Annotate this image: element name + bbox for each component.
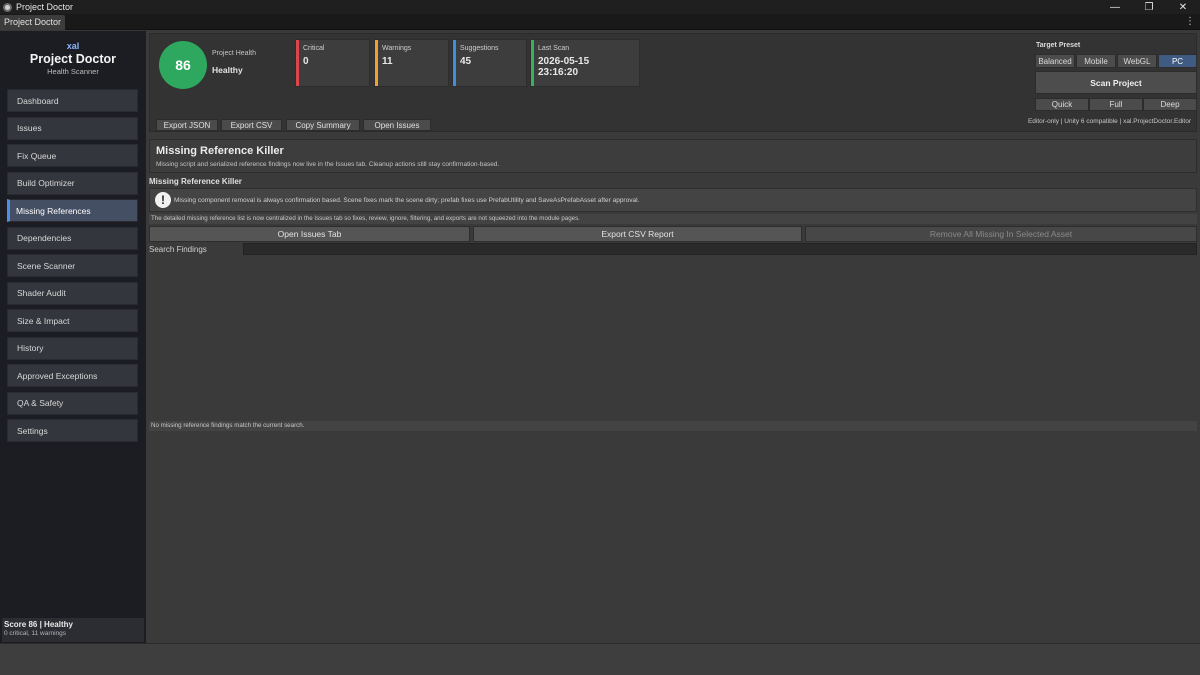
remove-all-missing-button[interactable]: Remove All Missing In Selected Asset (805, 226, 1197, 242)
target-preset-title: Target Preset (1036, 42, 1081, 49)
open-issues-tab-button[interactable]: Open Issues Tab (149, 226, 470, 242)
sidebar-item-approved-exceptions[interactable]: Approved Exceptions (7, 364, 138, 387)
sidebar: xal Project Doctor Health Scanner Dashbo… (0, 31, 146, 643)
maximize-icon[interactable]: ❐ (1132, 0, 1166, 14)
module-title: Missing Reference Killer (156, 145, 284, 157)
preset-balanced-button[interactable]: Balanced (1035, 54, 1075, 68)
stat-card-last-scan: Last Scan 2026-05-15 23:16:20 (530, 39, 640, 87)
score-line: Score 86 | Healthy (4, 620, 73, 629)
score-summary: Score 86 | Healthy 0 critical, 11 warnin… (2, 618, 144, 642)
sidebar-nav: Dashboard Issues Fix Queue Build Optimiz… (7, 89, 138, 447)
health-label: Project Health (212, 50, 256, 57)
tab-menu-icon[interactable]: ⋮ (1185, 16, 1195, 27)
sidebar-item-settings[interactable]: Settings (7, 419, 138, 442)
brand: xal Project Doctor Health Scanner (0, 41, 146, 76)
sidebar-item-shader-audit[interactable]: Shader Audit (7, 281, 138, 305)
close-icon[interactable]: ✕ (1166, 0, 1200, 14)
info-box: ! Missing component removal is always co… (149, 188, 1197, 212)
editor-tab-strip: Project Doctor ⋮ (0, 14, 1200, 30)
module-description: Missing script and serialized reference … (156, 161, 500, 168)
stat-label: Last Scan (538, 45, 570, 52)
findings-results-area (149, 257, 1197, 419)
stat-value: 45 (460, 56, 472, 67)
empty-results-message: No missing reference findings match the … (149, 421, 1197, 431)
health-header: 86 Project Health Healthy Critical 0 War… (149, 33, 1197, 132)
stat-label: Critical (303, 45, 325, 52)
stat-value: 11 (382, 56, 393, 67)
sidebar-item-issues[interactable]: Issues (7, 116, 138, 140)
preset-mobile-button[interactable]: Mobile (1076, 54, 1116, 68)
health-score-circle: 86 (159, 41, 207, 89)
brand-name: Project Doctor (29, 52, 117, 66)
minimize-icon[interactable]: — (1098, 0, 1132, 14)
sidebar-item-size-impact[interactable]: Size & Impact (7, 309, 138, 332)
stat-card-suggestions: Suggestions 45 (452, 39, 527, 87)
sidebar-item-dashboard[interactable]: Dashboard (7, 89, 138, 112)
brand-subtitle: Health Scanner (47, 67, 99, 76)
export-csv-button[interactable]: Export CSV (221, 119, 282, 131)
last-scan-accent-bar (531, 40, 534, 86)
brand-eyebrow: xal (66, 41, 80, 51)
editor-compat-note: Editor-only | Unity 6 compatible | xal.P… (1027, 118, 1191, 125)
sidebar-item-build-optimizer[interactable]: Build Optimizer (7, 171, 138, 195)
preset-webgl-button[interactable]: WebGL (1117, 54, 1157, 68)
last-scan-value: 2026-05-15 23:16:20 (538, 56, 590, 78)
sidebar-item-dependencies[interactable]: Dependencies (7, 226, 138, 250)
scan-mode-full-button[interactable]: Full (1089, 98, 1143, 111)
export-csv-report-button[interactable]: Export CSV Report (473, 226, 802, 242)
scan-project-button[interactable]: Scan Project (1035, 71, 1197, 94)
export-json-button[interactable]: Export JSON (156, 119, 218, 131)
stat-card-warnings: Warnings 11 (374, 39, 449, 87)
sidebar-item-fix-queue[interactable]: Fix Queue (7, 144, 138, 167)
sidebar-item-scene-scanner[interactable]: Scene Scanner (7, 254, 138, 277)
sidebar-item-missing-references[interactable]: Missing References (7, 199, 138, 222)
scan-mode-quick-button[interactable]: Quick (1035, 98, 1089, 111)
window-controls: — ❐ ✕ (1098, 0, 1200, 14)
stat-card-critical: Critical 0 (295, 39, 370, 87)
section-title: Missing Reference Killer (149, 177, 242, 186)
info-exclamation-icon: ! (155, 192, 171, 208)
stat-label: Suggestions (460, 45, 499, 52)
status-bar (0, 643, 1200, 675)
search-findings-label: Search Findings (149, 245, 207, 254)
health-status: Healthy (212, 65, 243, 75)
sidebar-item-history[interactable]: History (7, 336, 138, 360)
warnings-accent-bar (375, 40, 378, 86)
centralized-note: The detailed missing reference list is n… (149, 214, 1197, 224)
search-findings-input[interactable] (243, 243, 1197, 255)
stat-label: Warnings (382, 45, 412, 52)
info-text: Missing component removal is always conf… (174, 197, 640, 204)
module-header: Missing Reference Killer Missing script … (149, 139, 1197, 173)
open-issues-button[interactable]: Open Issues (363, 119, 431, 131)
critical-accent-bar (296, 40, 299, 86)
editor-tab-project-doctor[interactable]: Project Doctor (0, 15, 66, 30)
app-icon (3, 2, 12, 12)
window-title: Project Doctor (16, 2, 74, 12)
preset-pc-button[interactable]: PC (1158, 54, 1197, 68)
copy-summary-button[interactable]: Copy Summary (286, 119, 360, 131)
sidebar-item-qa-safety[interactable]: QA & Safety (7, 391, 138, 415)
stat-value: 0 (303, 56, 309, 67)
suggestions-accent-bar (453, 40, 456, 86)
main-panel: 86 Project Health Healthy Critical 0 War… (146, 31, 1200, 643)
scan-mode-deep-button[interactable]: Deep (1143, 98, 1197, 111)
score-subline: 0 critical, 11 warnings (4, 630, 67, 637)
window-title-bar: Project Doctor — ❐ ✕ (0, 0, 1200, 14)
